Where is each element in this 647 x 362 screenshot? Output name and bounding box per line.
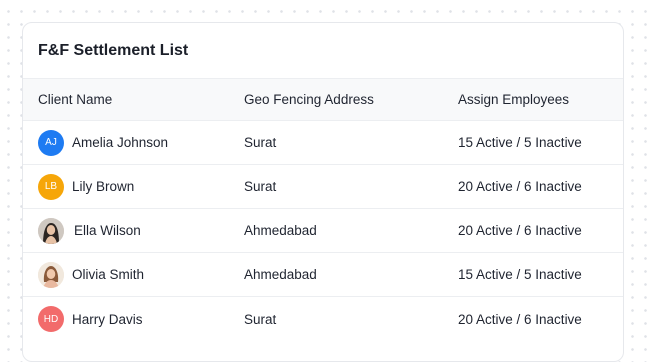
card-title: F&F Settlement List bbox=[23, 23, 623, 79]
person-photo-icon bbox=[38, 261, 64, 288]
settlement-card: F&F Settlement List Client Name Geo Fenc… bbox=[22, 22, 624, 362]
avatar: HD bbox=[38, 306, 64, 332]
table-row[interactable]: Olivia Smith Ahmedabad 15 Active / 5 Ina… bbox=[23, 253, 623, 297]
client-name: Lily Brown bbox=[72, 179, 135, 194]
address-cell: Surat bbox=[244, 311, 277, 327]
employees-cell: 20 Active / 6 Inactive bbox=[458, 223, 582, 238]
client-cell: Olivia Smith bbox=[38, 253, 144, 296]
employees-cell: 20 Active / 6 Inactive bbox=[458, 179, 582, 194]
client-name: Olivia Smith bbox=[72, 267, 145, 282]
avatar: LB bbox=[38, 173, 64, 200]
client-cell: Ella Wilson bbox=[38, 209, 141, 252]
address-cell: Ahmedabad bbox=[244, 223, 317, 238]
client-cell: HD Harry Davis bbox=[38, 297, 143, 341]
table-header: Client Name Geo Fencing Address Assign E… bbox=[23, 79, 623, 121]
employees-cell: 15 Active / 5 Inactive bbox=[458, 267, 582, 282]
client-cell: AJ Amelia Johnson bbox=[38, 121, 168, 164]
avatar: AJ bbox=[38, 129, 64, 156]
table-row[interactable]: HD Harry Davis Surat 20 Active / 6 Inact… bbox=[23, 297, 623, 341]
table-row[interactable]: LB Lily Brown Surat 20 Active / 6 Inacti… bbox=[23, 165, 623, 209]
table-row[interactable]: Ella Wilson Ahmedabad 20 Active / 6 Inac… bbox=[23, 209, 623, 253]
client-name: Harry Davis bbox=[72, 311, 143, 327]
address-cell: Surat bbox=[244, 135, 277, 150]
client-name: Amelia Johnson bbox=[72, 135, 169, 150]
header-geo-fencing-address: Geo Fencing Address bbox=[244, 92, 374, 107]
client-name: Ella Wilson bbox=[74, 223, 141, 238]
address-cell: Ahmedabad bbox=[244, 267, 317, 282]
client-cell: LB Lily Brown bbox=[38, 165, 134, 208]
employees-cell: 15 Active / 5 Inactive bbox=[458, 135, 582, 150]
address-cell: Surat bbox=[244, 179, 277, 194]
table-row[interactable]: AJ Amelia Johnson Surat 15 Active / 5 In… bbox=[23, 121, 623, 165]
header-client-name: Client Name bbox=[38, 92, 113, 107]
header-assign-employees: Assign Employees bbox=[458, 92, 570, 107]
employees-cell: 20 Active / 6 Inactive bbox=[458, 311, 582, 327]
person-photo-icon bbox=[38, 217, 64, 244]
